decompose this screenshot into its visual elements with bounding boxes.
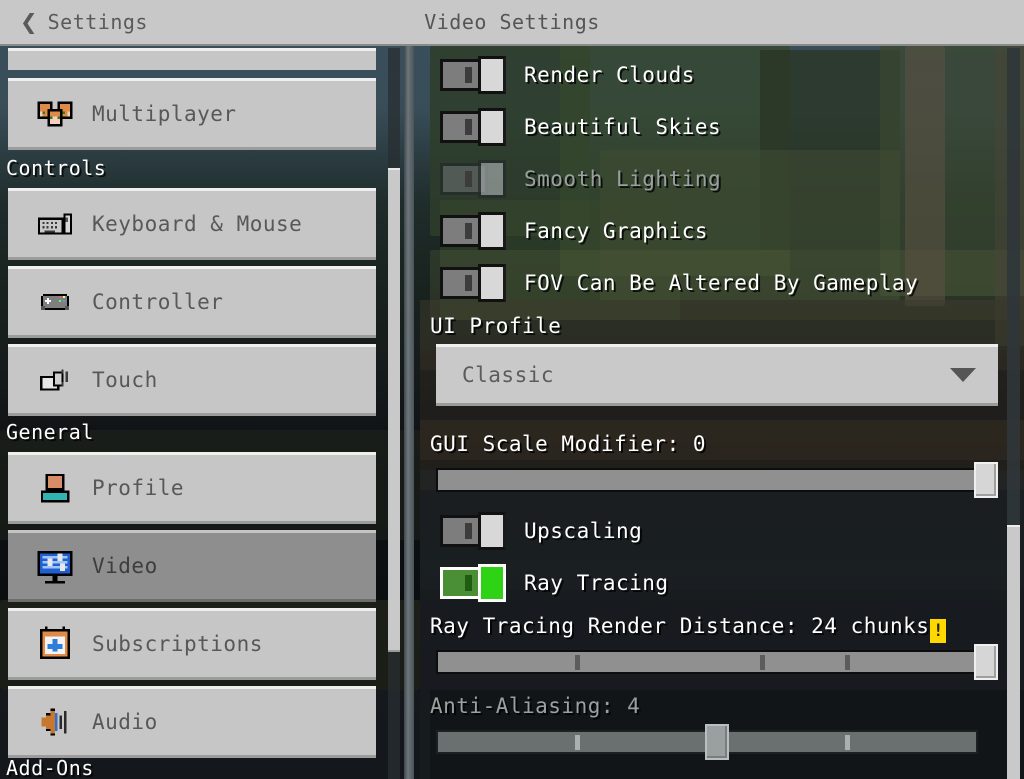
toggle-knob[interactable]: [478, 56, 506, 94]
gui-scale-slider[interactable]: [436, 462, 998, 498]
sidebar-item-label: Profile: [92, 476, 185, 500]
toggle-switch-smooth-lighting[interactable]: [440, 160, 506, 198]
anti-aliasing-slider[interactable]: [436, 724, 998, 760]
toggle-row-fancy-graphics[interactable]: Fancy Graphics: [414, 210, 1024, 252]
toggle-switch-fov-altered[interactable]: [440, 264, 506, 302]
toggle-label-fov-altered: FOV Can Be Altered By Gameplay: [524, 271, 919, 295]
toggle-label-fancy-graphics: Fancy Graphics: [524, 219, 709, 243]
toggle-switch-ray-tracing[interactable]: [440, 564, 506, 602]
slider-notch: [574, 655, 580, 670]
sidebar-item-subscriptions[interactable]: Subscriptions: [8, 608, 376, 680]
sidebar-item-multiplayer[interactable]: Multiplayer: [8, 78, 376, 150]
slider-track: [436, 468, 978, 492]
toggle-row-upscaling[interactable]: Upscaling: [414, 510, 1024, 552]
toggle-row-fov-altered[interactable]: FOV Can Be Altered By Gameplay: [414, 262, 1024, 304]
chevron-left-icon: ❮: [20, 9, 38, 34]
toggle-knob[interactable]: [478, 160, 506, 198]
panel-divider: [404, 46, 414, 779]
toggle-label-beautiful-skies: Beautiful Skies: [524, 115, 722, 139]
sidebar-item-label: Audio: [92, 710, 158, 734]
sidebar-item-profile[interactable]: Profile: [8, 452, 376, 524]
sidebar-item-label: Video: [92, 554, 158, 578]
warning-badge-icon: !: [930, 619, 947, 643]
anti-aliasing-label: Anti-Aliasing: 4: [430, 694, 641, 718]
gui-scale-label: GUI Scale Modifier: 0: [430, 432, 707, 456]
ray-tracing-render-distance-label-text: Ray Tracing Render Distance: 24 chunks: [430, 614, 930, 638]
toggle-tick-icon: [465, 275, 472, 291]
gamepad-icon: [26, 286, 84, 318]
slider-notch: [844, 735, 850, 750]
slider-thumb[interactable]: [705, 724, 729, 760]
sidebar-item-video[interactable]: Video: [8, 530, 376, 602]
screen-header: Video Settings ❮ Settings: [0, 0, 1024, 46]
slider-track: [436, 650, 978, 674]
video-settings-panel: Render Clouds Beautiful Skies Smooth Light…: [414, 48, 1024, 779]
sidebar-item-label: Touch: [92, 368, 158, 392]
toggle-row-ray-tracing[interactable]: Ray Tracing: [414, 562, 1024, 604]
toggle-tick-icon: [465, 171, 472, 187]
settings-sidebar[interactable]: Controls General Add-Ons Multiplayer Key…: [0, 48, 384, 779]
toggle-knob[interactable]: [478, 564, 506, 602]
sidebar-section-header-addons: Add-Ons: [6, 756, 94, 779]
sidebar-scrollbar-thumb[interactable]: [388, 168, 400, 652]
ui-profile-selected-value: Classic: [462, 363, 555, 387]
sidebar-item-keyboard[interactable]: Keyboard & Mouse: [8, 188, 376, 260]
back-button-label: Settings: [47, 10, 148, 34]
slider-notch: [760, 655, 765, 670]
toggle-switch-render-clouds[interactable]: [440, 56, 506, 94]
slider-notch: [844, 655, 850, 670]
sidebar-item-label: Controller: [92, 290, 224, 314]
toggle-row-smooth-lighting[interactable]: Smooth Lighting: [414, 158, 1024, 200]
toggle-knob[interactable]: [478, 108, 506, 146]
toggle-tick-icon: [465, 119, 472, 135]
sidebar-item-label: Multiplayer: [92, 102, 237, 126]
touch-hand-icon: [26, 363, 84, 397]
toggle-tick-icon: [465, 67, 472, 83]
keyboard-mouse-icon: [26, 207, 84, 241]
ray-tracing-render-distance-label: Ray Tracing Render Distance: 24 chunks!: [430, 614, 1024, 643]
toggle-switch-fancy-graphics[interactable]: [440, 212, 506, 250]
toggle-knob[interactable]: [478, 512, 506, 550]
ui-profile-dropdown[interactable]: Classic: [436, 344, 998, 406]
content-scrollbar-thumb[interactable]: [1007, 525, 1020, 779]
sidebar-item-label: Keyboard & Mouse: [92, 212, 303, 236]
sidebar-section-header-controls: Controls: [6, 156, 107, 180]
back-button[interactable]: ❮ Settings: [12, 0, 156, 44]
toggle-knob[interactable]: [478, 264, 506, 302]
toggle-knob[interactable]: [478, 212, 506, 250]
chevron-down-icon: [950, 368, 976, 382]
toggle-tick-icon: [465, 523, 472, 539]
profile-person-icon: [26, 469, 84, 507]
toggle-label-ray-tracing: Ray Tracing: [524, 571, 669, 595]
multiplayer-faces-icon: [26, 94, 84, 134]
toggle-tick-icon: [465, 575, 472, 591]
sidebar-section-header-general: General: [6, 420, 94, 444]
speaker-icon: [26, 704, 84, 740]
ui-profile-label: UI Profile: [430, 314, 562, 338]
toggle-switch-beautiful-skies[interactable]: [440, 108, 506, 146]
slider-thumb[interactable]: [974, 644, 998, 680]
sidebar-item-label: Subscriptions: [92, 632, 263, 656]
minecraft-settings-screen: Video Settings ❮ Settings Controls Genera…: [0, 0, 1024, 779]
slider-notch: [574, 735, 580, 750]
sidebar-item-controller[interactable]: Controller: [8, 266, 376, 338]
toggle-row-beautiful-skies[interactable]: Beautiful Skies: [414, 106, 1024, 148]
toggle-label-render-clouds: Render Clouds: [524, 63, 695, 87]
toggle-switch-upscaling[interactable]: [440, 512, 506, 550]
sidebar-item-partial-above[interactable]: [8, 48, 376, 70]
toggle-row-render-clouds[interactable]: Render Clouds: [414, 54, 1024, 96]
toggle-tick-icon: [465, 223, 472, 239]
toggle-label-smooth-lighting: Smooth Lighting: [524, 167, 722, 191]
sidebar-item-audio[interactable]: Audio: [8, 686, 376, 758]
sidebar-item-touch[interactable]: Touch: [8, 344, 376, 416]
monitor-sliders-icon: [26, 546, 84, 586]
toggle-label-upscaling: Upscaling: [524, 519, 643, 543]
subscriptions-plus-icon: [26, 624, 84, 664]
ray-tracing-render-distance-slider[interactable]: [436, 644, 998, 680]
slider-thumb[interactable]: [974, 462, 998, 498]
